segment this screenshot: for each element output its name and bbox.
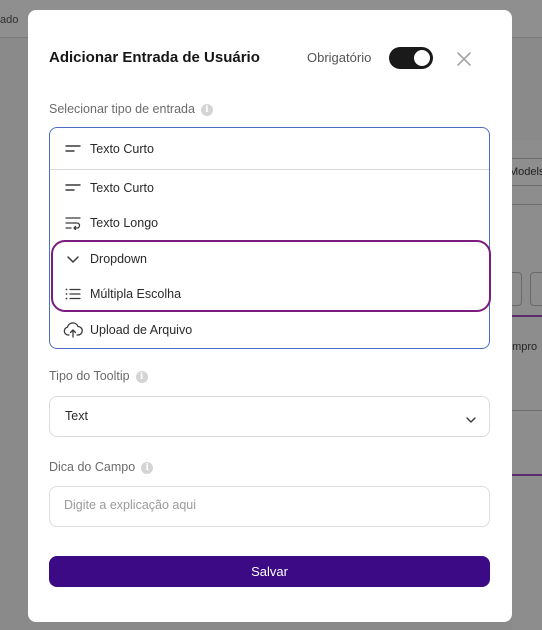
toggle-knob	[414, 50, 430, 66]
list-icon	[50, 288, 90, 300]
background-accent-line	[512, 315, 542, 317]
field-hint-label-text: Dica do Campo	[49, 460, 136, 474]
input-type-label-text: Selecionar tipo de entrada	[49, 102, 195, 116]
selected-option-label: Texto Curto	[90, 142, 154, 156]
input-type-current[interactable]: Texto Curto	[50, 128, 489, 170]
tooltip-type-label: Tipo do Tooltip i	[49, 369, 148, 383]
tooltip-type-label-text: Tipo do Tooltip	[49, 369, 130, 383]
option-dropdown[interactable]: Dropdown	[50, 242, 489, 276]
long-text-icon	[50, 216, 90, 230]
tooltip-type-value: Text	[65, 409, 88, 423]
background-box	[530, 272, 542, 306]
option-short-text[interactable]: Texto Curto	[50, 171, 489, 205]
option-label: Texto Curto	[90, 181, 154, 195]
short-text-icon	[50, 183, 90, 193]
close-icon[interactable]	[455, 50, 473, 68]
info-icon[interactable]: i	[141, 462, 154, 474]
background-divider	[512, 204, 542, 205]
background-divider	[512, 410, 542, 411]
add-user-input-modal: Adicionar Entrada de Usuário Obrigatório…	[28, 10, 512, 622]
required-toggle[interactable]	[389, 47, 433, 69]
save-button[interactable]: Salvar	[49, 556, 490, 587]
option-label: Upload de Arquivo	[90, 323, 193, 337]
option-label: Texto Longo	[90, 216, 159, 230]
option-multiple-choice[interactable]: Múltipla Escolha	[50, 277, 489, 311]
input-type-label: Selecionar tipo de entrada i	[49, 102, 213, 116]
option-file-upload[interactable]: Upload de Arquivo	[50, 313, 489, 347]
required-label: Obrigatório	[307, 50, 372, 65]
tooltip-type-select[interactable]: Text	[49, 396, 490, 437]
background-accent-line	[512, 474, 542, 476]
modal-title: Adicionar Entrada de Usuário	[49, 49, 260, 66]
info-icon[interactable]: i	[200, 104, 213, 116]
background-panel	[512, 140, 542, 630]
option-label: Múltipla Escolha	[90, 287, 182, 301]
option-label: Dropdown	[90, 252, 147, 266]
selected-option[interactable]: Texto Curto	[50, 132, 489, 166]
info-icon[interactable]: i	[135, 371, 148, 383]
field-hint-label: Dica do Campo i	[49, 460, 154, 474]
background-text-fragment: ado	[0, 14, 19, 26]
chevron-down-icon	[50, 254, 90, 264]
option-long-text[interactable]: Texto Longo	[50, 206, 489, 240]
field-hint-input[interactable]	[64, 498, 464, 512]
field-hint-input-wrap	[49, 486, 490, 527]
cloud-upload-icon	[50, 322, 90, 338]
chevron-down-icon	[465, 412, 477, 430]
input-type-select[interactable]: Texto Curto Texto Curto Texto Longo Drop…	[49, 127, 491, 349]
short-text-icon	[50, 144, 90, 154]
